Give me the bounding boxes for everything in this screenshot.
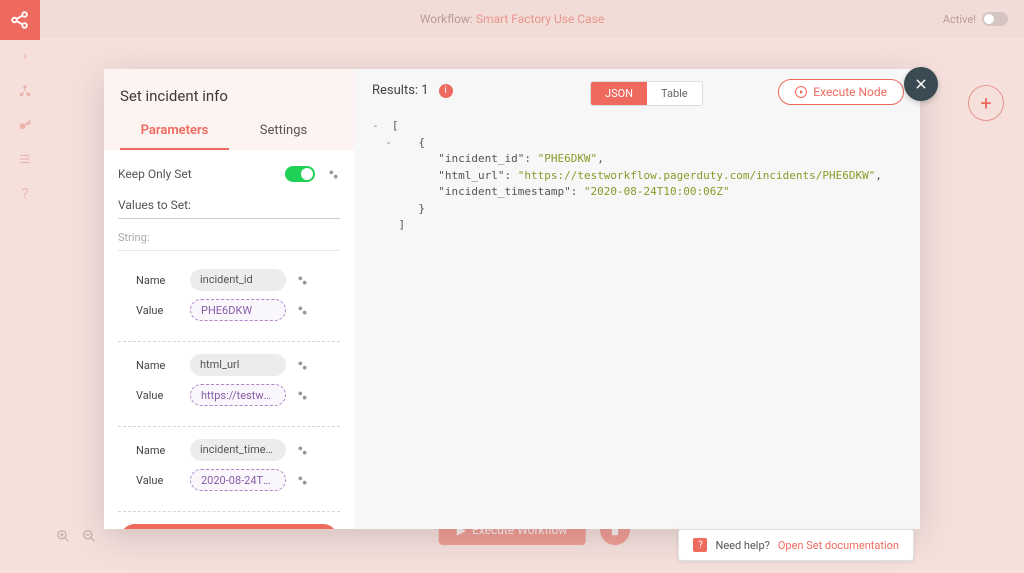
add-value-button[interactable]: Add Value ⌄ <box>120 524 338 529</box>
string-section-label: String: <box>118 231 340 251</box>
sidebar-workflows-icon[interactable] <box>18 84 32 98</box>
value-group: Name html_url Value https://testworkfl..… <box>118 346 340 427</box>
gear-icon[interactable] <box>296 304 309 317</box>
active-toggle[interactable] <box>982 12 1008 26</box>
json-view-button[interactable]: JSON <box>591 82 647 105</box>
zoom-in-icon[interactable] <box>56 529 70 543</box>
json-output: - [ - { "incident_id": "PHE6DKW", "html_… <box>372 118 902 234</box>
name-input[interactable]: incident_times... <box>190 439 286 461</box>
app-header: Workflow: Smart Factory Use Case Active! <box>0 0 1024 38</box>
help-icon: ? <box>693 538 707 552</box>
field-value-label: Value <box>136 304 180 317</box>
workflow-title: Workflow: Smart Factory Use Case <box>420 12 604 26</box>
gear-icon[interactable] <box>296 474 309 487</box>
help-popup: ? Need help? Open Set documentation <box>678 529 914 561</box>
view-toggle: JSON Table <box>590 81 703 106</box>
value-group: Name incident_id Value PHE6DKW <box>118 261 340 342</box>
field-name-label: Name <box>136 359 180 372</box>
modal-tabs: Parameters Settings <box>120 123 338 150</box>
gear-icon[interactable] <box>296 274 309 287</box>
sidebar-executions-icon[interactable] <box>18 152 32 166</box>
value-group: Name incident_times... Value 2020-08-24T… <box>118 431 340 512</box>
gear-icon[interactable] <box>296 359 309 372</box>
tab-parameters[interactable]: Parameters <box>120 123 229 150</box>
value-input[interactable]: https://testworkfl... <box>190 384 286 406</box>
sidebar-expand-icon[interactable]: › <box>23 48 27 64</box>
gear-icon[interactable] <box>327 168 340 181</box>
value-input[interactable]: 2020-08-24T10:0... <box>190 469 286 491</box>
modal-left-panel: Set incident info Parameters Settings Ke… <box>104 69 354 529</box>
add-node-button[interactable]: + <box>968 85 1004 121</box>
collapse-icon[interactable]: - <box>385 136 392 149</box>
zoom-out-icon[interactable] <box>82 529 96 543</box>
field-name-label: Name <box>136 274 180 287</box>
gear-icon[interactable] <box>296 444 309 457</box>
sidebar-credentials-icon[interactable] <box>18 118 32 132</box>
keep-only-set-toggle[interactable] <box>285 166 315 182</box>
info-icon[interactable]: i <box>439 84 453 98</box>
keep-only-set-label: Keep Only Set <box>118 167 192 181</box>
node-edit-modal: Set incident info Parameters Settings Ke… <box>104 69 920 529</box>
execute-node-button[interactable]: Execute Node <box>778 79 904 105</box>
help-doc-link[interactable]: Open Set documentation <box>778 539 899 552</box>
sidebar-help-icon[interactable]: ? <box>22 186 29 202</box>
table-view-button[interactable]: Table <box>647 82 702 105</box>
node-title: Set incident info <box>120 87 338 105</box>
field-value-label: Value <box>136 389 180 402</box>
field-name-label: Name <box>136 444 180 457</box>
value-input[interactable]: PHE6DKW <box>190 299 286 321</box>
play-icon <box>795 86 807 98</box>
field-value-label: Value <box>136 474 180 487</box>
close-modal-button[interactable] <box>904 67 938 101</box>
collapse-icon[interactable]: - <box>372 119 379 132</box>
app-logo[interactable] <box>0 0 40 40</box>
values-to-set-label: Values to Set: <box>118 198 340 219</box>
left-sidebar: › ? <box>0 40 50 202</box>
results-count: Results: 1 <box>372 83 429 98</box>
zoom-controls <box>56 529 96 543</box>
name-input[interactable]: incident_id <box>190 269 286 291</box>
modal-right-panel: Results: 1 i JSON Table Execute Node - [… <box>354 69 920 529</box>
active-toggle-group: Active! <box>943 12 1008 26</box>
name-input[interactable]: html_url <box>190 354 286 376</box>
gear-icon[interactable] <box>296 389 309 402</box>
help-text: Need help? <box>715 539 769 552</box>
tab-settings[interactable]: Settings <box>229 123 338 150</box>
